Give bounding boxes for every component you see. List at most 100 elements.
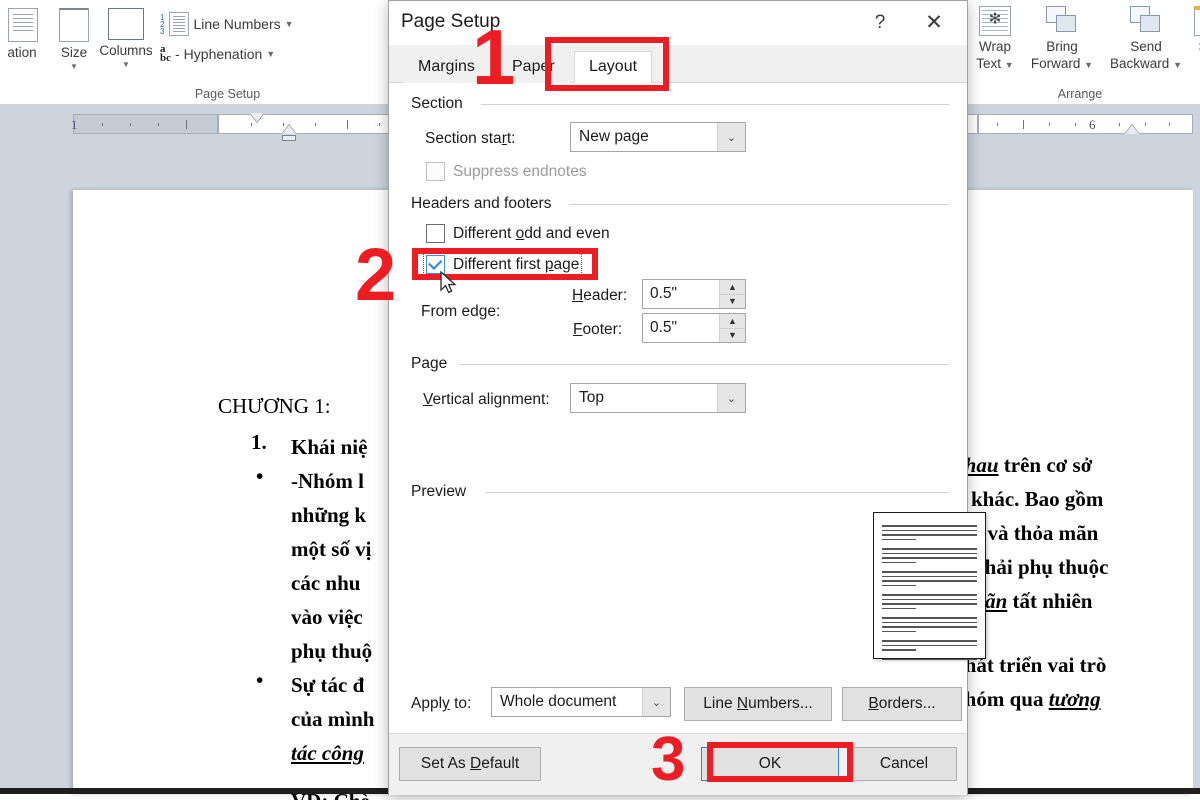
borders-button[interactable]: Borders... [842,687,962,721]
left-indent-marker[interactable] [282,135,296,141]
document-line-9: tác công [291,741,364,765]
ribbon-button-selection-pane[interactable]: Sele Pa [1184,6,1200,70]
divider [481,104,949,105]
ribbon-button-bring-forward-label-bottom: Forward [1030,55,1081,71]
apply-to-combo[interactable]: Whole document ⌄ [491,687,671,717]
ribbon-button-send-backward-label-bottom: Backward [1110,55,1170,71]
preview-lines [882,525,977,663]
ruler-number-6: 6 [1089,117,1096,132]
ribbon-button-bring-forward-label-top: Bring [1046,39,1078,54]
document-right-line-2: và thỏa mãn [987,521,1099,545]
annotation-highlight-ok-button [707,742,853,782]
document-line-8: của mình [291,707,375,731]
footer-distance-stepper[interactable]: 0.5" ▲ ▼ [642,313,746,343]
from-edge-label: From edge: [421,303,501,320]
group-label-preview: Preview [411,483,475,501]
different-odd-even-label: Different odd and even [453,224,610,242]
set-as-default-button-label: Set As Default [420,755,520,772]
spinner-up-icon[interactable]: ▲ [720,314,745,329]
document-line-0: Khái niệ [291,435,368,459]
vertical-alignment-combo[interactable]: Top ⌄ [570,383,746,413]
group-label-page: Page [411,355,456,373]
chevron-down-icon[interactable]: ⌄ [717,384,745,412]
ribbon-button-selection-pane-label-top: Sele [1184,39,1200,55]
send-backward-icon [1130,6,1162,36]
document-line-2: những k [291,503,367,527]
list-marker: • [256,668,264,692]
section-start-combo[interactable]: New page ⌄ [570,122,746,152]
ruler-left-gray[interactable]: 1 [71,114,218,134]
spinner-down-icon[interactable]: ▼ [720,294,745,308]
set-as-default-button[interactable]: Set As Default [399,747,541,781]
ribbon-button-wrap-text[interactable]: Wrap Text ▼ [964,6,1026,71]
spinner-up-icon[interactable]: ▲ [720,280,745,295]
document-line-3: một số vị [291,537,372,561]
line-numbers-icon: 123 [160,12,165,36]
preview-thumbnail [873,512,986,660]
list-marker: 1. [251,430,267,454]
footer-label: Footer: [573,321,623,338]
header-distance-stepper[interactable]: 0.5" ▲ ▼ [642,279,746,309]
hyphenation-icon: a bc [160,43,171,64]
ribbon-button-selection-pane-label-bottom: Pa [1184,55,1200,71]
chevron-down-icon[interactable]: ⌄ [642,688,670,716]
group-label-section: Section [411,95,471,113]
apply-to-value: Whole document [500,693,617,710]
hanging-indent-marker[interactable] [282,125,296,134]
divider [569,204,949,205]
section-start-label: Section start: [425,130,516,147]
close-icon[interactable]: ✕ [911,7,957,39]
vertical-alignment-value: Top [579,389,604,406]
document-right-line-4: tất nhiên [1012,589,1093,613]
borders-button-label: Borders... [868,695,936,712]
document-right-line-0: trên cơ sở [1003,453,1093,477]
chevron-down-icon: ▼ [1004,59,1014,70]
first-line-indent-marker[interactable] [250,113,264,122]
divider [485,492,949,493]
annotation-step-1: 1 [472,13,516,101]
ribbon-button-bring-forward[interactable]: Bring Forward ▼ [1022,6,1102,71]
help-icon[interactable]: ? [863,7,897,39]
group-label-headers-footers: Headers and footers [411,195,560,213]
suppress-endnotes-label: Suppress endnotes [453,162,587,180]
suppress-endnotes-checkbox[interactable] [426,162,445,181]
ribbon-button-send-backward-label-top: Send [1130,39,1162,54]
ribbon-button-wrap-text-label-bottom: Text [976,55,1002,71]
line-numbers-button-label: Line Numbers... [703,695,813,712]
document-right-line-3: phải phụ thuộc [973,555,1109,579]
suppress-endnotes-row[interactable]: Suppress endnotes [426,162,587,181]
ribbon-group-arrange-label: Arrange [1057,87,1103,101]
spinner-down-icon[interactable]: ▼ [720,328,745,342]
ribbon-button-hyphenation[interactable]: a bc - Hyphenation ▼ [160,43,275,64]
header-label: Header: [572,287,628,304]
page-setup-dialog: Page Setup ? ✕ Margins Paper Layout Sect… [388,0,986,795]
line-numbers-button[interactable]: Line Numbers... [684,687,832,721]
different-odd-even-row[interactable]: Different odd and even [426,224,610,243]
different-odd-even-checkbox[interactable] [426,224,445,243]
bring-forward-icon [1046,6,1078,36]
ribbon-button-line-numbers[interactable]: 123 Line Numbers ▼ [160,12,294,36]
footer-distance-value: 0.5" [650,319,678,336]
document-line-4: các nhu [291,571,361,595]
apply-to-label: Apply to: [411,695,472,712]
document-line-5: vào việc [291,605,363,629]
document-line-1: -Nhóm l [291,469,364,493]
ruler-number-0: 1 [71,117,78,132]
mouse-cursor-icon [440,271,457,294]
ruler-right[interactable]: 6 [978,114,1193,134]
document-line-6: phụ thuộ [291,639,373,663]
chevron-down-icon: ▼ [1173,59,1182,70]
divider [459,364,949,365]
orientation-icon [8,8,38,42]
right-indent-marker[interactable] [1125,125,1139,134]
ribbon-button-send-backward[interactable]: Send Backward ▼ [1100,6,1192,71]
cancel-button-label: Cancel [879,755,929,772]
cancel-button[interactable]: Cancel [851,747,957,781]
document-right-line-6-emph: tương [1048,687,1101,711]
document-heading: CHƯƠNG 1: [218,394,331,418]
annotation-step-3: 3 [651,725,686,794]
ribbon-button-columns[interactable]: Columns ▼ [88,8,164,69]
chevron-down-icon[interactable]: ⌄ [717,123,745,151]
selection-pane-icon [1194,6,1200,36]
list-marker: • [256,464,264,488]
